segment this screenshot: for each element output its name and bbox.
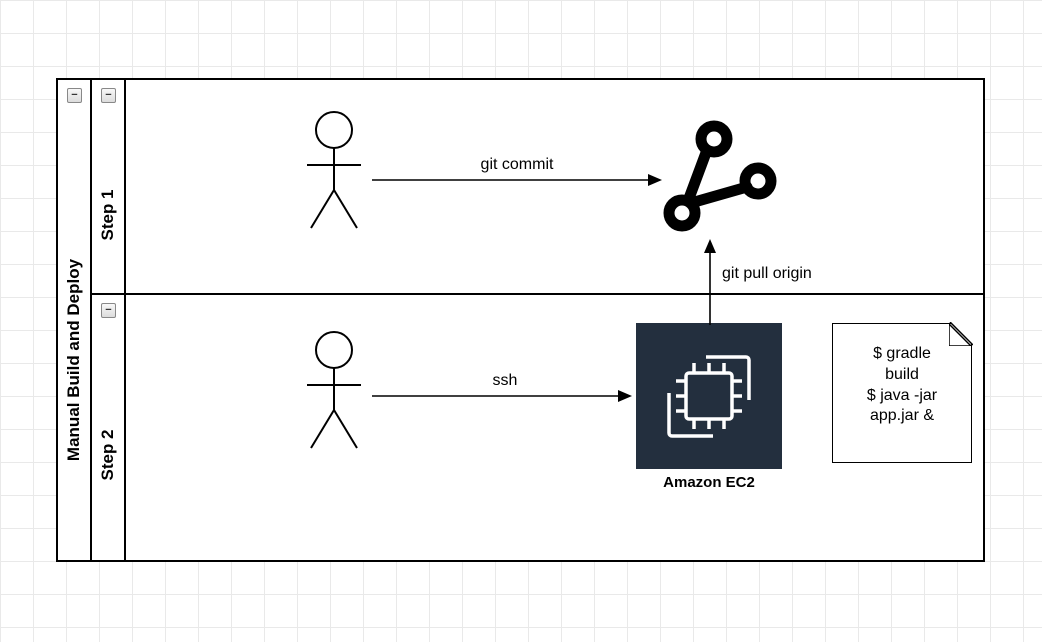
note-line: app.jar & bbox=[833, 406, 971, 427]
collapse-icon[interactable]: − bbox=[101, 88, 116, 103]
lane-divider bbox=[92, 293, 983, 295]
lane-title-step2: − Step 2 bbox=[90, 293, 126, 562]
actor-icon bbox=[299, 110, 369, 230]
arrow-label-git-commit: git commit bbox=[462, 156, 572, 174]
git-branch-icon bbox=[660, 117, 780, 237]
note-corner-mask bbox=[949, 322, 973, 346]
swimlane-title-column: − Manual Build and Deploy bbox=[56, 78, 92, 562]
note-line: $ java -jar bbox=[833, 386, 971, 407]
note-line: $ gradle bbox=[833, 344, 971, 365]
collapse-glyph: − bbox=[105, 90, 111, 101]
swimlane-title: Manual Build and Deploy bbox=[64, 259, 84, 461]
swimlane-frame bbox=[56, 78, 985, 562]
lane-title-step1: − Step 1 bbox=[90, 78, 126, 295]
collapse-icon[interactable]: − bbox=[101, 303, 116, 318]
diagram-canvas: − Manual Build and Deploy − Step 1 − Ste… bbox=[0, 0, 1042, 642]
collapse-glyph: − bbox=[71, 90, 77, 101]
arrow-label-ssh: ssh bbox=[480, 372, 530, 390]
actor-icon bbox=[299, 330, 369, 450]
collapse-glyph: − bbox=[105, 305, 111, 316]
ec2-caption: Amazon EC2 bbox=[636, 474, 782, 491]
collapse-icon[interactable]: − bbox=[67, 88, 82, 103]
lane-label-step1: Step 1 bbox=[98, 189, 118, 240]
arrow-label-git-pull: git pull origin bbox=[722, 265, 812, 283]
amazon-ec2-icon bbox=[636, 323, 782, 469]
arrow-git-pull bbox=[700, 239, 720, 325]
lane-label-step2: Step 2 bbox=[98, 429, 118, 480]
note-line: build bbox=[833, 365, 971, 386]
